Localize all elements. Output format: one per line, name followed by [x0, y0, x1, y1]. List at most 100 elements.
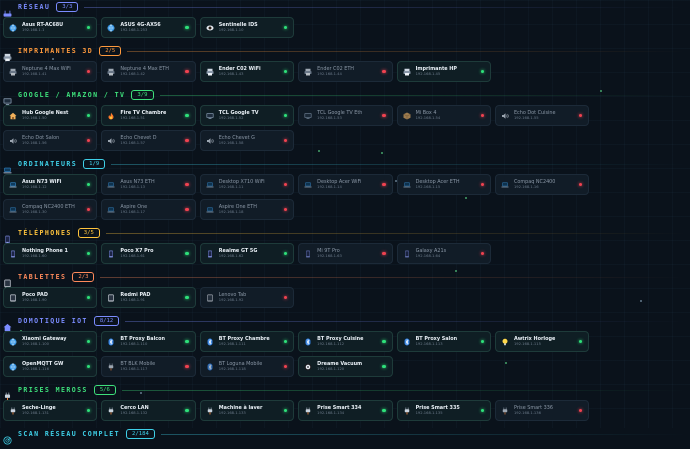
device-card[interactable]: Poco PAD 192.168.1.90	[3, 287, 98, 308]
section-telephones: Téléphones 3/5 Nothing Phone 1 192.168.1.60…	[3, 226, 687, 264]
device-card[interactable]: TCL Google TV 192.168.1.52	[199, 105, 295, 126]
section-header[interactable]: Google / Amazon / TV 3/9	[3, 88, 687, 105]
section-header[interactable]: Domotique IoT 8/12	[3, 314, 687, 331]
device-card[interactable]: Fire TV Chambre 192.168.1.51	[101, 105, 196, 126]
section-header[interactable]: Scan réseau complet 2/184	[3, 427, 687, 445]
device-card[interactable]: Aspire One 192.168.1.17	[101, 199, 196, 220]
tablet-icon	[9, 294, 17, 302]
device-ip: 192.168.1.10	[218, 28, 244, 33]
device-card[interactable]: Dreame Vacuum 192.168.1.120	[298, 356, 393, 377]
device-card[interactable]: Ender C02 WiFi 192.168.1.43	[199, 61, 295, 82]
device-card[interactable]: Echo Chevet G 192.168.1.58	[199, 130, 295, 151]
device-card[interactable]: Echo Dot Salon 192.168.1.56	[3, 130, 98, 151]
status-dot	[480, 183, 484, 187]
section-imprimantes: Imprimantes 3D 2/5 Neptune 4 Max WiFi 192.1…	[3, 44, 687, 82]
device-info: Asus RT-AC68U 192.168.1.1	[22, 22, 63, 34]
section-header[interactable]: Tablettes 2/3	[3, 270, 687, 287]
device-card[interactable]: Cerco LAN 192.168.1.132	[101, 400, 196, 421]
device-card[interactable]: BT Proxy Chambre 192.168.1.111	[199, 331, 295, 352]
device-card[interactable]: OpenMQTT GW 192.168.1.116	[3, 356, 98, 377]
device-card[interactable]: Compaq NC2400 ETH 192.168.1.30	[3, 199, 98, 220]
eye-icon	[206, 24, 214, 32]
device-card[interactable]: Compaq NC2400 192.168.1.16	[494, 174, 590, 195]
device-card[interactable]: Machine à laver 192.168.1.133	[199, 400, 295, 421]
device-card[interactable]: Nothing Phone 1 192.168.1.60	[3, 243, 98, 264]
device-card[interactable]: ASUS 4G-AX56 192.168.1.253	[101, 17, 196, 38]
section-header[interactable]: Réseau 3/3	[3, 0, 687, 17]
device-info: Lenovo Tab 192.168.1.92	[219, 292, 246, 304]
device-info: Echo Dot Cuisine 192.168.1.55	[514, 110, 556, 122]
device-card[interactable]: Asus N73 WiFi 192.168.1.12	[3, 174, 98, 195]
status-dot	[382, 114, 386, 118]
device-card[interactable]: Sentinelle IDS 192.168.1.10	[199, 17, 295, 38]
device-card[interactable]: Poco X7 Pro 192.168.1.61	[101, 243, 196, 264]
status-dot	[480, 70, 484, 74]
device-info: Poco PAD 192.168.1.90	[22, 292, 48, 304]
device-grid: Xiaomi Gateway 192.168.1.100 BT Proxy Balc…	[3, 328, 687, 377]
device-card[interactable]: Mi Box 4 192.168.1.54	[396, 105, 491, 126]
device-card[interactable]: Desktop Acer ETH 192.168.1.15	[396, 174, 491, 195]
device-card[interactable]: Prise Smart 334 192.168.1.134	[298, 400, 393, 421]
plug-icon	[9, 407, 17, 415]
device-info: BT BLK Mobile 192.168.1.117	[120, 361, 155, 373]
device-card[interactable]: Redmi PAD 192.168.1.91	[101, 287, 196, 308]
device-ip: 192.168.1.120	[317, 367, 345, 372]
device-card[interactable]: Prise Smart 336 192.168.1.136	[494, 400, 590, 421]
device-card[interactable]: Echo Dot Cuisine 192.168.1.55	[494, 105, 590, 126]
dashboard: Réseau 3/3 Asus RT-AC68U 192.168.1.1 ASUS 4G…	[0, 0, 690, 445]
device-card[interactable]: Neptune 4 Max ETH 192.168.1.42	[101, 61, 196, 82]
section-header[interactable]: Prises Meross 5/6	[3, 383, 687, 400]
device-card[interactable]: Neptune 4 Max WiFi 192.168.1.41	[3, 61, 98, 82]
section-title: Prises Meross	[18, 386, 88, 394]
device-card[interactable]: Awtrix Horloge 192.168.1.115	[494, 331, 590, 352]
device-ip: 192.168.1.116	[22, 367, 49, 372]
device-card[interactable]: Lenovo Tab 192.168.1.92	[199, 287, 295, 308]
tv-icon	[304, 112, 312, 120]
status-dot	[283, 208, 288, 212]
status-dot	[87, 183, 91, 187]
status-dot	[578, 114, 583, 118]
section-title: Imprimantes 3D	[18, 47, 94, 55]
device-info: Mi 9T Pro 192.168.1.63	[317, 248, 342, 260]
section-header[interactable]: Téléphones 3/5	[3, 226, 687, 243]
status-dot	[87, 409, 91, 413]
section-header[interactable]: Imprimantes 3D 2/5	[3, 44, 687, 61]
device-card[interactable]: Asus RT-AC68U 192.168.1.1	[3, 17, 98, 38]
device-card[interactable]: Galaxy A21s 192.168.1.64	[396, 243, 491, 264]
device-card[interactable]: BT Loguna Mobile 192.168.1.118	[199, 356, 295, 377]
bluetooth-icon	[403, 338, 411, 346]
device-card[interactable]: BT Proxy Salon 192.168.1.113	[396, 331, 491, 352]
device-card[interactable]: Realme GT 5G 192.168.1.62	[199, 243, 295, 264]
plug-icon	[107, 407, 115, 415]
device-info: Redmi PAD 192.168.1.91	[120, 292, 150, 304]
section-ordinateurs: Ordinateurs 1/9 Asus N73 WiFi 192.168.1.12 A…	[3, 157, 687, 220]
status-dot	[185, 114, 189, 118]
device-card[interactable]: Desktop X710 WiFi 192.168.1.11	[199, 174, 295, 195]
section-header[interactable]: Ordinateurs 1/9	[3, 157, 687, 173]
device-card[interactable]: BT Proxy Balcon 192.168.1.110	[101, 331, 196, 352]
device-card[interactable]: Hub Google Nest 192.168.1.50	[3, 105, 98, 126]
device-card[interactable]: BT BLK Mobile 192.168.1.117	[101, 356, 196, 377]
status-dot	[87, 208, 91, 212]
device-card[interactable]: Seche-Linge 192.168.1.131	[3, 400, 98, 421]
device-card[interactable]: TCL Google TV Eth 192.168.1.53	[298, 105, 393, 126]
printer-icon	[403, 68, 411, 76]
device-card[interactable]: BT Proxy Cuisine 192.168.1.112	[298, 331, 393, 352]
device-card[interactable]: Xiaomi Gateway 192.168.1.100	[3, 331, 98, 352]
device-grid: Asus N73 WiFi 192.168.1.12 Asus N73 ETH 192…	[3, 171, 687, 220]
device-card[interactable]: Echo Chevet D 192.168.1.57	[101, 130, 196, 151]
phone-icon	[3, 229, 12, 243]
device-info: Echo Chevet D 192.168.1.57	[120, 135, 156, 147]
status-dot	[87, 70, 91, 74]
device-card[interactable]: Mi 9T Pro 192.168.1.63	[298, 243, 393, 264]
device-ip: 192.168.1.56	[22, 141, 47, 146]
device-card[interactable]: Aspire One ETH 192.168.1.18	[199, 199, 295, 220]
device-card[interactable]: Ender C02 ETH 192.168.1.44	[298, 61, 393, 82]
device-card[interactable]: Desktop Acer WiFi 192.168.1.14	[298, 174, 393, 195]
device-card[interactable]: Asus N73 ETH 192.168.1.13	[101, 174, 196, 195]
status-dot	[578, 340, 583, 344]
device-info: Prise Smart 335 192.168.1.135	[416, 405, 460, 417]
device-ip: 192.168.1.118	[218, 367, 246, 372]
device-card[interactable]: Imprimante HP 192.168.1.45	[396, 61, 491, 82]
device-card[interactable]: Prise Smart 335 192.168.1.135	[396, 400, 491, 421]
